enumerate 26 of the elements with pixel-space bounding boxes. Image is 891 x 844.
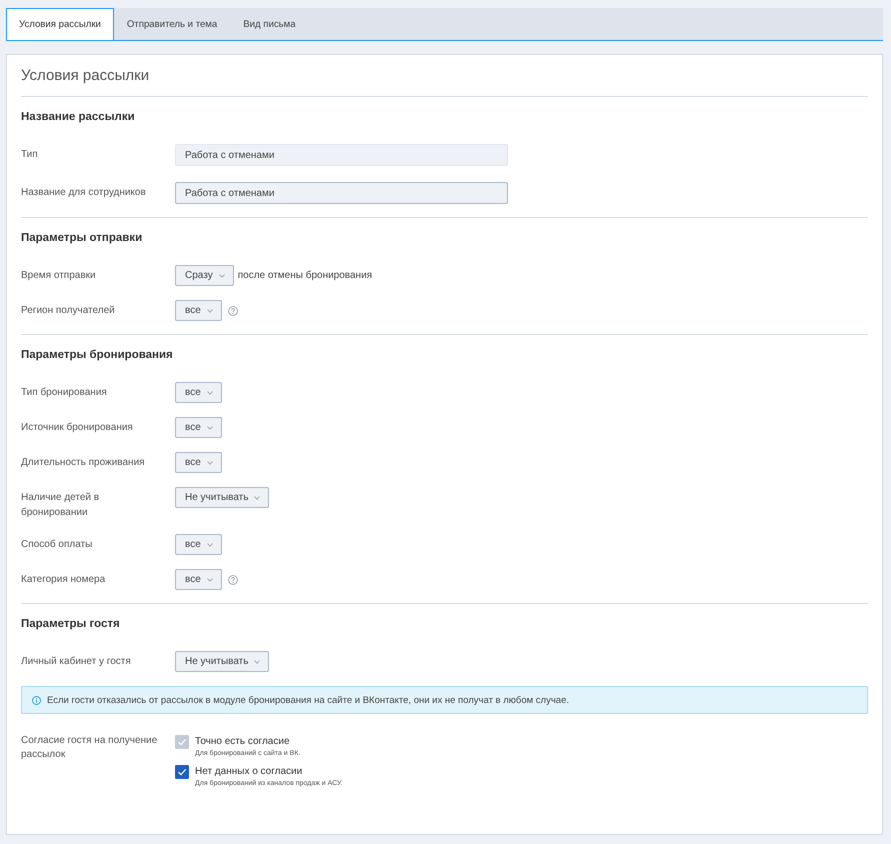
text-field[interactable]: Работа с отменами [175,182,508,204]
tab[interactable]: Условия рассылки [6,8,114,40]
section-heading: Параметры отправки [21,231,144,245]
text-field: Работа с отменами [175,144,508,166]
field-label: Название для сотрудников [21,186,147,200]
field-label: Способ оплаты [21,538,94,552]
field-label: Тип бронирования [21,386,108,400]
section-heading: Название рассылки [21,110,136,124]
field-label: Источник бронирования [21,421,134,435]
field-label: Время отправки [21,269,97,283]
field-label: Тип [21,148,39,162]
alert-text: Если гости отказались от рассылок в модуле бронирования на сайте и ВКонтакте, они их не получат в любом случае. [47,694,570,706]
field-label: Регион получателей [21,304,116,318]
panel-title: Условия рассылки [21,65,868,97]
field-label: Согласие гостя на получение рассылок [21,734,158,762]
field-label: Личный кабинет у гостя [21,655,132,669]
tab[interactable]: Отправитель и тема [114,8,230,40]
checkbox-label: Точно есть согласие [195,735,290,749]
field-suffix-text: после отмены бронирования [238,270,372,281]
section-heading: Параметры бронирования [21,348,174,362]
field-label: Длительность проживания [21,456,146,470]
tab[interactable]: Вид письма [230,8,309,40]
checkbox-label: Нет данных о согласии [195,765,302,779]
section-heading: Параметры гостя [21,617,121,631]
field-label: Наличие детей в бронировании [21,491,100,520]
field-label: Категория номера [21,573,106,587]
